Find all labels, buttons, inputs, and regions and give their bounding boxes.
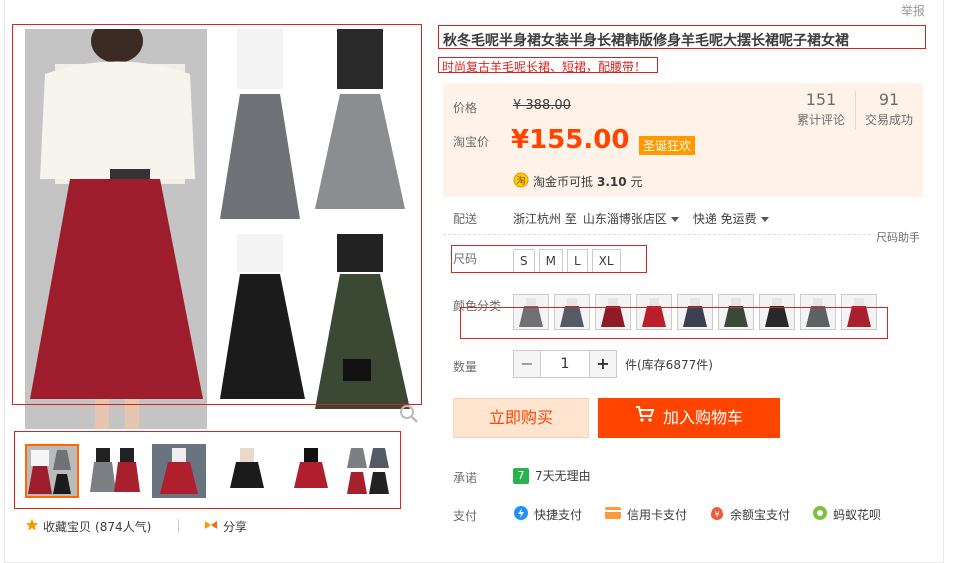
thumbnail-strip: [25, 444, 399, 498]
payment-label: 支付: [453, 509, 478, 523]
thumbnail-1[interactable]: [25, 444, 79, 498]
color-swatch[interactable]: [759, 294, 795, 330]
sales-label: 交易成功: [864, 113, 913, 127]
coin-icon: 淘: [513, 172, 529, 191]
price-label: 价格: [453, 101, 478, 115]
yuebao-icon: ¥: [709, 505, 725, 524]
add-to-cart-label: 加入购物车: [662, 408, 743, 427]
size-option[interactable]: S: [513, 249, 535, 273]
thumbnail-3[interactable]: [152, 444, 206, 498]
main-product-image[interactable]: [25, 29, 421, 429]
payment-methods: 快捷支付 信用卡支付 ¥ 余额宝支付 蚂蚁花呗: [513, 505, 881, 524]
ship-from: 浙江杭州 至: [513, 212, 577, 226]
size-option[interactable]: M: [538, 249, 563, 273]
thumbnail-2[interactable]: [88, 444, 142, 498]
size-helper-link[interactable]: 尺码助手: [876, 229, 920, 245]
promise-label: 承诺: [453, 471, 478, 485]
color-options: [513, 294, 877, 330]
share-icon: [203, 518, 219, 535]
quantity-stepper: − 1 + 件(库存6877件): [513, 350, 713, 378]
quickpay-icon: [513, 505, 529, 524]
sales-count: 91: [878, 90, 900, 109]
quantity-label: 数量: [453, 360, 478, 374]
product-title: 秋冬毛呢半身裙女装半身长裙韩版修身羊毛呢大摆长裙呢子裙女裙: [443, 33, 849, 49]
taobao-price-label: 淘宝价: [453, 135, 490, 149]
color-label: 颜色分类: [453, 299, 502, 313]
svg-text:淘: 淘: [516, 175, 525, 187]
ship-to-select[interactable]: 山东淄博张店区: [583, 210, 679, 227]
color-swatch[interactable]: [841, 294, 877, 330]
quantity-input[interactable]: 1: [541, 350, 589, 378]
product-photo: [25, 29, 421, 429]
shipping-info: 浙江杭州 至 山东淄博张店区 快递 免运费: [513, 210, 769, 227]
share-label: 分享: [223, 520, 248, 534]
original-price: ¥ 388.00: [513, 98, 571, 113]
sales-stat: 91 交易成功: [861, 90, 917, 128]
color-swatch[interactable]: [636, 294, 672, 330]
favorite-label: 收藏宝贝: [43, 520, 92, 534]
reviews-label: 累计评论: [796, 113, 845, 127]
payment-label-text: 蚂蚁花呗: [833, 508, 882, 522]
credit-card-icon: [604, 506, 622, 523]
ship-to-value: 山东淄博张店区: [582, 212, 667, 226]
payment-quickpay[interactable]: 快捷支付: [513, 505, 582, 524]
payment-creditcard[interactable]: 信用卡支付: [604, 506, 687, 523]
star-icon: [25, 518, 39, 535]
zoom-icon[interactable]: [398, 403, 420, 425]
sale-price: ¥155.00: [511, 125, 630, 155]
share-button[interactable]: 分享: [203, 518, 247, 535]
promo-badge: 圣诞狂欢: [639, 136, 696, 155]
product-subtitle: 时尚复古羊毛呢长裙、短裙，配腰带！: [442, 60, 647, 74]
payment-huabei[interactable]: 蚂蚁花呗: [812, 505, 881, 524]
reviews-stat[interactable]: 151 累计评论: [795, 90, 847, 128]
size-option[interactable]: L: [566, 249, 588, 273]
size-option[interactable]: XL: [591, 249, 621, 273]
payment-label-text: 快捷支付: [534, 508, 583, 522]
coin-prefix: 淘金币可抵: [533, 175, 594, 189]
chevron-down-icon: [670, 217, 679, 222]
coin-suffix: 元: [630, 175, 643, 189]
color-swatch[interactable]: [595, 294, 631, 330]
favorite-button[interactable]: 收藏宝贝 (874人气): [25, 518, 151, 535]
stat-divider: [855, 91, 856, 129]
price-panel: 价格 ¥ 388.00 淘宝价 ¥155.00 圣诞狂欢 151 累计评论 91…: [443, 83, 923, 197]
thumbnail-6[interactable]: [345, 444, 399, 498]
cart-icon: [635, 398, 655, 438]
taobao-coin-info: 淘 淘金币可抵 3.10 元: [513, 172, 643, 191]
divider: [178, 519, 179, 533]
coin-value: 3.10: [597, 174, 627, 189]
chevron-down-icon: [760, 217, 769, 222]
payment-label-text: 信用卡支付: [627, 508, 688, 522]
color-swatch[interactable]: [554, 294, 590, 330]
thumbnail-4[interactable]: [220, 444, 274, 498]
payment-yuebao[interactable]: ¥ 余额宝支付: [709, 505, 790, 524]
buy-now-button[interactable]: 立即购买: [453, 398, 589, 438]
size-options: S M L XL: [513, 249, 621, 273]
divider: [443, 234, 871, 235]
seven-day-icon: 7: [513, 467, 529, 484]
svg-text:¥: ¥: [714, 510, 719, 519]
increase-button[interactable]: +: [589, 350, 617, 378]
decrease-button[interactable]: −: [513, 350, 541, 378]
report-link[interactable]: 举报: [883, 2, 925, 19]
color-swatch[interactable]: [800, 294, 836, 330]
color-swatch[interactable]: [718, 294, 754, 330]
ship-method-value: 快递 免运费: [692, 212, 757, 226]
thumbnail-5[interactable]: [284, 444, 338, 498]
promise-text: 7天无理由: [535, 469, 591, 483]
promise-info[interactable]: 7 7天无理由: [513, 467, 591, 484]
color-swatch[interactable]: [677, 294, 713, 330]
huabei-icon: [812, 505, 828, 524]
ship-method-select[interactable]: 快递 免运费: [693, 210, 769, 227]
add-to-cart-button[interactable]: 加入购物车: [598, 398, 780, 438]
reviews-count: 151: [805, 90, 837, 109]
size-label: 尺码: [453, 252, 478, 266]
shipping-label: 配送: [453, 212, 478, 226]
stock-info: 件(库存6877件): [625, 357, 713, 372]
payment-label-text: 余额宝支付: [730, 508, 791, 522]
favorite-count: (874人气): [95, 520, 152, 534]
color-swatch[interactable]: [513, 294, 549, 330]
